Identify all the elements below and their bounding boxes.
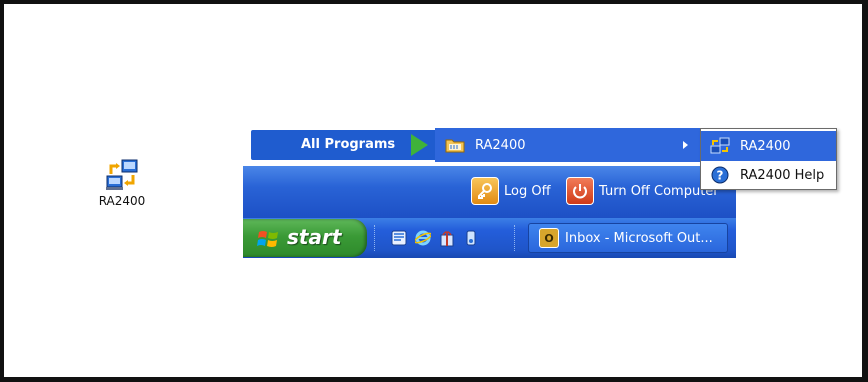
green-arrow-icon bbox=[411, 134, 428, 156]
ra2400-app-icon bbox=[709, 137, 731, 155]
turn-off-computer-button[interactable]: Turn Off Computer bbox=[566, 177, 719, 205]
desktop-icon-ra2400[interactable]: RA2400 bbox=[92, 158, 152, 208]
program-folder-icon bbox=[445, 139, 465, 153]
taskbar: start O Inbox - Microsoft Out... bbox=[243, 218, 736, 258]
outlook-icon: O bbox=[539, 228, 559, 248]
folder-label: RA2400 bbox=[475, 138, 526, 153]
taskbar-button-label: Inbox - Microsoft Out... bbox=[565, 230, 713, 246]
submenu-item-label: RA2400 bbox=[740, 138, 791, 154]
log-off-button[interactable]: Log Off bbox=[471, 177, 551, 205]
gift-icon[interactable] bbox=[439, 229, 455, 247]
chevron-right-icon bbox=[683, 141, 688, 149]
taskbar-separator bbox=[374, 225, 377, 251]
windows-logo-icon bbox=[257, 231, 278, 247]
all-programs-label: All Programs bbox=[301, 137, 396, 152]
all-programs-button[interactable]: All Programs bbox=[251, 130, 437, 160]
taskbar-separator bbox=[514, 225, 517, 251]
programs-submenu-item-ra2400-folder[interactable]: RA2400 bbox=[435, 128, 700, 162]
desktop-icon-label: RA2400 bbox=[98, 194, 146, 208]
submenu-item-ra2400-help[interactable]: ? RA2400 Help bbox=[701, 160, 836, 190]
log-off-label: Log Off bbox=[504, 183, 551, 199]
submenu-item-label: RA2400 Help bbox=[740, 167, 825, 183]
taskbar-button-inbox[interactable]: O Inbox - Microsoft Out... bbox=[528, 223, 728, 253]
folder-submenu: RA2400 ? RA2400 Help bbox=[700, 128, 837, 190]
start-menu-left-pane: All Programs bbox=[243, 128, 439, 166]
help-icon: ? bbox=[709, 166, 731, 184]
start-label: start bbox=[287, 225, 342, 249]
start-menu-footer: Log Off Turn Off Computer bbox=[243, 166, 736, 218]
key-icon bbox=[471, 177, 499, 205]
internet-explorer-icon[interactable] bbox=[415, 229, 431, 247]
start-button[interactable]: start bbox=[243, 219, 367, 257]
submenu-item-ra2400[interactable]: RA2400 bbox=[701, 131, 836, 161]
svg-text:?: ? bbox=[717, 169, 724, 183]
outlook-express-icon[interactable] bbox=[391, 229, 407, 247]
ra2400-app-icon bbox=[106, 159, 138, 190]
media-icon[interactable] bbox=[463, 229, 479, 247]
power-icon bbox=[566, 177, 594, 205]
